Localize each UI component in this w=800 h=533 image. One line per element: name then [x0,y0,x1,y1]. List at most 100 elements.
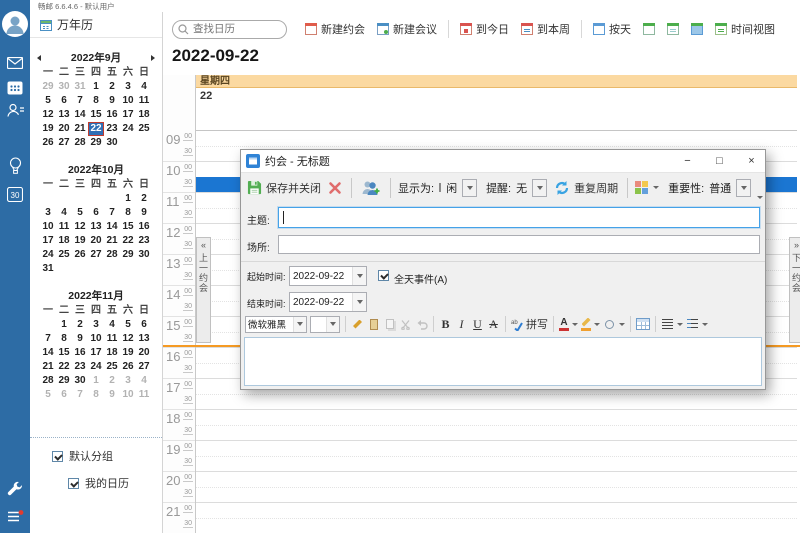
day-cell[interactable]: 22 [120,234,136,248]
day-cell[interactable]: 2 [136,192,152,206]
day-cell[interactable]: 20 [56,122,72,136]
strikethrough-button[interactable]: A [487,316,500,332]
adjacent-month-day-cell[interactable]: 8 [88,388,104,402]
day-cell[interactable]: 19 [120,346,136,360]
start-date-dropdown[interactable] [352,267,366,285]
menu-button[interactable] [7,509,24,523]
day-cell[interactable]: 3 [88,318,104,332]
perpetual-calendar-nav-button[interactable]: 30 [7,187,23,202]
show-as-dropdown[interactable] [462,179,477,197]
day-cell[interactable]: 14 [40,346,56,360]
day-cell[interactable]: 9 [72,332,88,346]
minimize-button[interactable]: − [674,151,701,171]
day-cell[interactable]: 1 [88,80,104,94]
day-cell[interactable]: 31 [40,262,56,276]
clear-format-dropdown-icon[interactable] [619,323,625,326]
day-cell[interactable]: 19 [72,234,88,248]
day-cell[interactable]: 4 [136,80,152,94]
day-cell[interactable]: 13 [136,332,152,346]
format-painter-button[interactable] [351,316,364,332]
end-date-combo[interactable]: 2022-09-22 [289,292,367,312]
day-cell[interactable]: 28 [104,248,120,262]
adjacent-month-day-cell[interactable]: 1 [88,374,104,388]
day-cell[interactable]: 9 [136,206,152,220]
day-cell[interactable]: 28 [72,136,88,150]
adjacent-month-day-cell[interactable]: 4 [136,374,152,388]
copy-button[interactable] [383,316,396,332]
day-cell[interactable]: 11 [104,332,120,346]
lantern-nav-button[interactable] [8,157,23,175]
day-cell[interactable]: 16 [136,220,152,234]
search-input[interactable] [172,20,287,39]
day-cell[interactable]: 26 [40,136,56,150]
day-cell[interactable]: 23 [136,234,152,248]
day-cell[interactable]: 16 [104,108,120,122]
day-cell[interactable]: 26 [72,248,88,262]
day-cell[interactable]: 17 [88,346,104,360]
day-cell[interactable]: 4 [104,318,120,332]
day-cell[interactable]: 24 [120,122,136,136]
adjacent-month-day-cell[interactable]: 31 [72,80,88,94]
spellcheck-button[interactable]: ab 拼写 [511,316,548,332]
start-date-combo[interactable]: 2022-09-22 [289,266,367,286]
day-cell[interactable]: 14 [104,220,120,234]
adjacent-month-day-cell[interactable]: 29 [40,80,56,94]
clear-format-button[interactable] [603,316,616,332]
view-work-week-button[interactable] [643,23,655,35]
day-cell[interactable]: 18 [104,346,120,360]
cut-button[interactable] [399,316,412,332]
day-cell[interactable]: 24 [40,248,56,262]
categorize-button[interactable] [635,181,648,194]
day-cell[interactable]: 29 [56,374,72,388]
day-cell[interactable]: 27 [56,136,72,150]
recurrence-button[interactable]: 重复周期 [554,180,618,196]
toolbar-overflow-icon[interactable] [757,196,763,199]
day-cell[interactable]: 17 [120,108,136,122]
day-cell[interactable]: 1 [56,318,72,332]
day-cell[interactable]: 5 [40,94,56,108]
day-cell[interactable]: 4 [56,206,72,220]
day-cell[interactable]: 21 [40,360,56,374]
day-cell[interactable]: 5 [120,318,136,332]
day-cell[interactable]: 6 [56,94,72,108]
day-cell[interactable]: 8 [56,332,72,346]
day-cell[interactable]: 7 [40,332,56,346]
all-day-area[interactable]: 22 [196,89,797,131]
day-cell[interactable]: 18 [136,108,152,122]
day-cell[interactable]: 6 [136,318,152,332]
view-month-button[interactable] [691,23,703,35]
day-cell[interactable]: 21 [72,122,88,136]
undo-button[interactable] [415,316,428,332]
new-appointment-button[interactable]: 新建约会 [305,21,365,37]
checkbox-checked[interactable] [52,451,63,462]
day-cell[interactable]: 27 [88,248,104,262]
font-color-dropdown-icon[interactable] [572,323,578,326]
invite-attendees-button[interactable] [361,180,381,196]
adjacent-month-day-cell[interactable]: 9 [104,388,120,402]
day-cell[interactable]: 3 [40,206,56,220]
day-cell[interactable]: 11 [56,220,72,234]
user-avatar[interactable] [1,10,29,38]
day-cell[interactable]: 12 [120,332,136,346]
day-cell[interactable]: 20 [88,234,104,248]
day-cell[interactable]: 23 [104,122,120,136]
time-view-button[interactable]: 时间视图 [715,21,775,37]
day-cell[interactable]: 9 [104,94,120,108]
delete-button[interactable] [328,181,342,195]
align-button[interactable] [661,316,674,332]
location-input[interactable] [278,235,760,254]
categorize-dropdown-icon[interactable] [653,186,659,189]
go-this-week-button[interactable]: 到本周 [521,21,570,37]
day-hour-slot[interactable] [196,503,797,533]
view-day-button[interactable]: 按天 [593,21,631,37]
day-cell[interactable]: 23 [72,360,88,374]
day-cell[interactable]: 30 [72,374,88,388]
subject-input[interactable] [278,207,760,228]
settings-button[interactable] [7,481,23,497]
day-cell[interactable]: 10 [40,220,56,234]
day-cell[interactable]: 13 [88,220,104,234]
font-color-button[interactable]: A [559,318,569,331]
day-cell[interactable]: 5 [72,206,88,220]
underline-button[interactable]: U [471,316,484,332]
day-cell[interactable]: 14 [72,108,88,122]
